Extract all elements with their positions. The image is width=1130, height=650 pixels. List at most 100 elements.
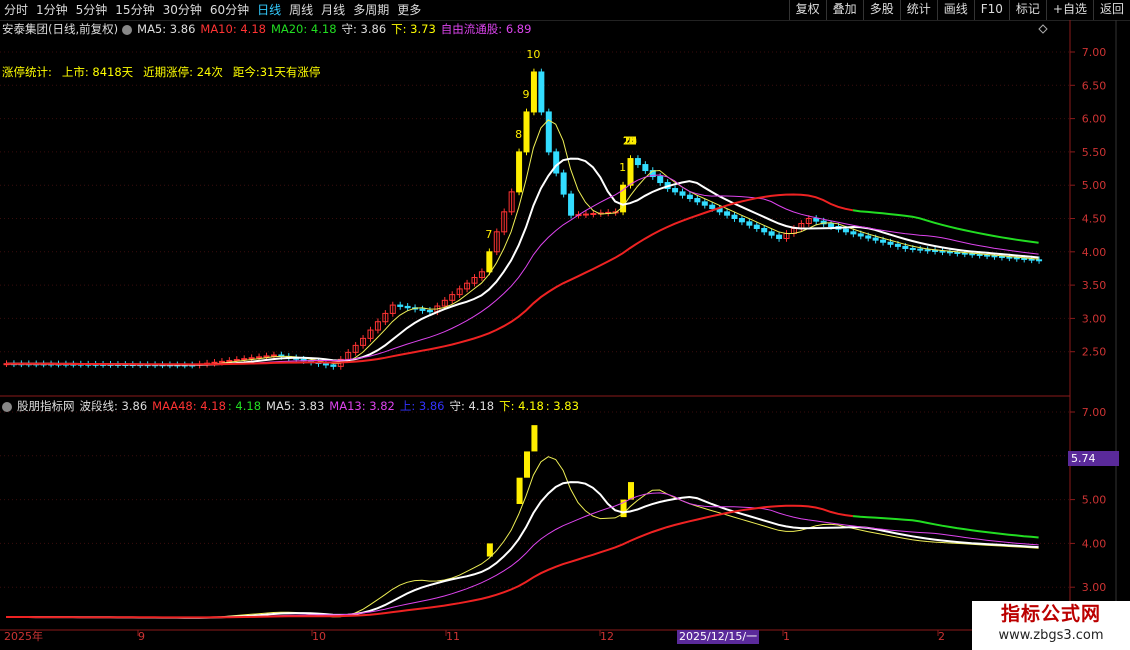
candle-body [746,221,753,226]
sub-ma-red [6,504,854,619]
candle-body [813,218,820,222]
candle-body [248,357,255,360]
candle-body [946,251,953,254]
candle-body [902,245,909,249]
candle-body [887,241,894,245]
candle-body [523,111,530,153]
sub-tick-label: 5.00 [1082,494,1107,507]
limit-up-bar [628,482,634,500]
candle-body [322,363,329,366]
candle-body [1013,257,1020,260]
candle-body [939,250,946,253]
candle-body [909,247,916,250]
date-label: 2025年 [4,630,43,643]
sub-tick-label: 4.00 [1082,537,1107,550]
watermark-logo: 指标公式网 www.zbgs3.com [972,601,1130,650]
candle-body [568,193,575,216]
date-cursor-label: 2025/12/15/一 [677,630,760,644]
sub-tick-label: 3.00 [1082,581,1107,594]
candle-body [634,158,641,166]
candle-body [211,361,218,364]
candle-body [753,224,760,229]
price-tick-label: 4.50 [1082,213,1107,226]
kline-chart[interactable]: 7.00 6.50 6.00 5.50 5.00 4.50 4.00 3.50 3.00 2.50… [0,0,1130,650]
candle-body [954,251,961,254]
candle-body [857,233,864,237]
candle-body [679,191,686,196]
candle-body [627,158,634,186]
candle-body [330,364,337,367]
candle-body [218,360,225,363]
candle-body [486,251,493,273]
candle-body [961,252,968,255]
candle-body [270,354,277,357]
date-label: 1 [783,630,790,643]
limit-count-label: 7 [485,228,492,241]
limit-up-bar [531,425,538,452]
candle-body [256,356,263,359]
candle-body [828,223,835,227]
price-tick-label: 5.00 [1082,179,1107,192]
limit-count-label: 10 [526,48,540,61]
limit-count-label: 8 [515,128,522,141]
watermark-title: 指标公式网 [1000,603,1101,625]
candle-body [1006,256,1013,259]
date-label: 10 [312,630,326,643]
candle-body [998,255,1005,258]
candle-body [932,249,939,252]
candle-body [226,359,233,362]
candle-body [419,308,426,311]
candle-body [263,355,270,358]
candle-body [545,111,552,153]
candle-body [880,239,887,243]
candle-body [233,359,240,362]
date-label: 2 [938,630,945,643]
limit-up-bar [516,477,523,504]
candle-body [924,249,931,252]
candle-body [426,309,433,313]
candle-body [590,213,597,216]
candle-body [538,71,545,113]
candle-body [842,228,849,233]
candle-body [241,358,248,361]
candle-body [761,227,768,233]
watermark-url: www.zbgs3.com [998,628,1104,643]
candle-body [694,198,701,203]
candle-body [724,211,731,216]
price-tick-label: 5.50 [1082,146,1107,159]
price-tick-label: 4.00 [1082,246,1107,259]
candle-body [709,204,716,210]
limit-up-bar [486,543,493,557]
candle-body [969,253,976,256]
candle-body [738,218,745,223]
candle-body [672,188,679,193]
date-axis: 2025年 9 10 11 12 1 2 [0,630,1070,644]
candle-body [768,231,775,236]
main-ma-white [6,157,1039,366]
candle-body [397,304,404,307]
candle-body [776,234,783,239]
candle-body [553,151,560,174]
current-price-tag: 5.74 [1068,451,1119,466]
main-ma-purple [6,174,1039,365]
candle-body [582,213,589,216]
date-label: 12 [600,630,614,643]
diamond-icon [1038,24,1048,34]
price-tick-label: 6.50 [1082,79,1107,92]
sub-ma-purple [6,492,1039,618]
candle-body [731,214,738,219]
candle-body [642,164,649,172]
candle-body [1028,258,1035,261]
candle-body [917,248,924,251]
candle-body [516,151,523,193]
candle-body [894,243,901,247]
date-label: 11 [446,630,460,643]
sub-tick-label: 7.00 [1082,406,1107,419]
price-tick-label: 2.50 [1082,346,1107,359]
candle-body [701,201,708,206]
limit-count-label: 1 [619,161,626,174]
candle-body [984,254,991,257]
price-tick-label: 7.00 [1082,46,1107,59]
limit-count-label: 9 [523,88,530,101]
main-ma-red [6,193,854,366]
